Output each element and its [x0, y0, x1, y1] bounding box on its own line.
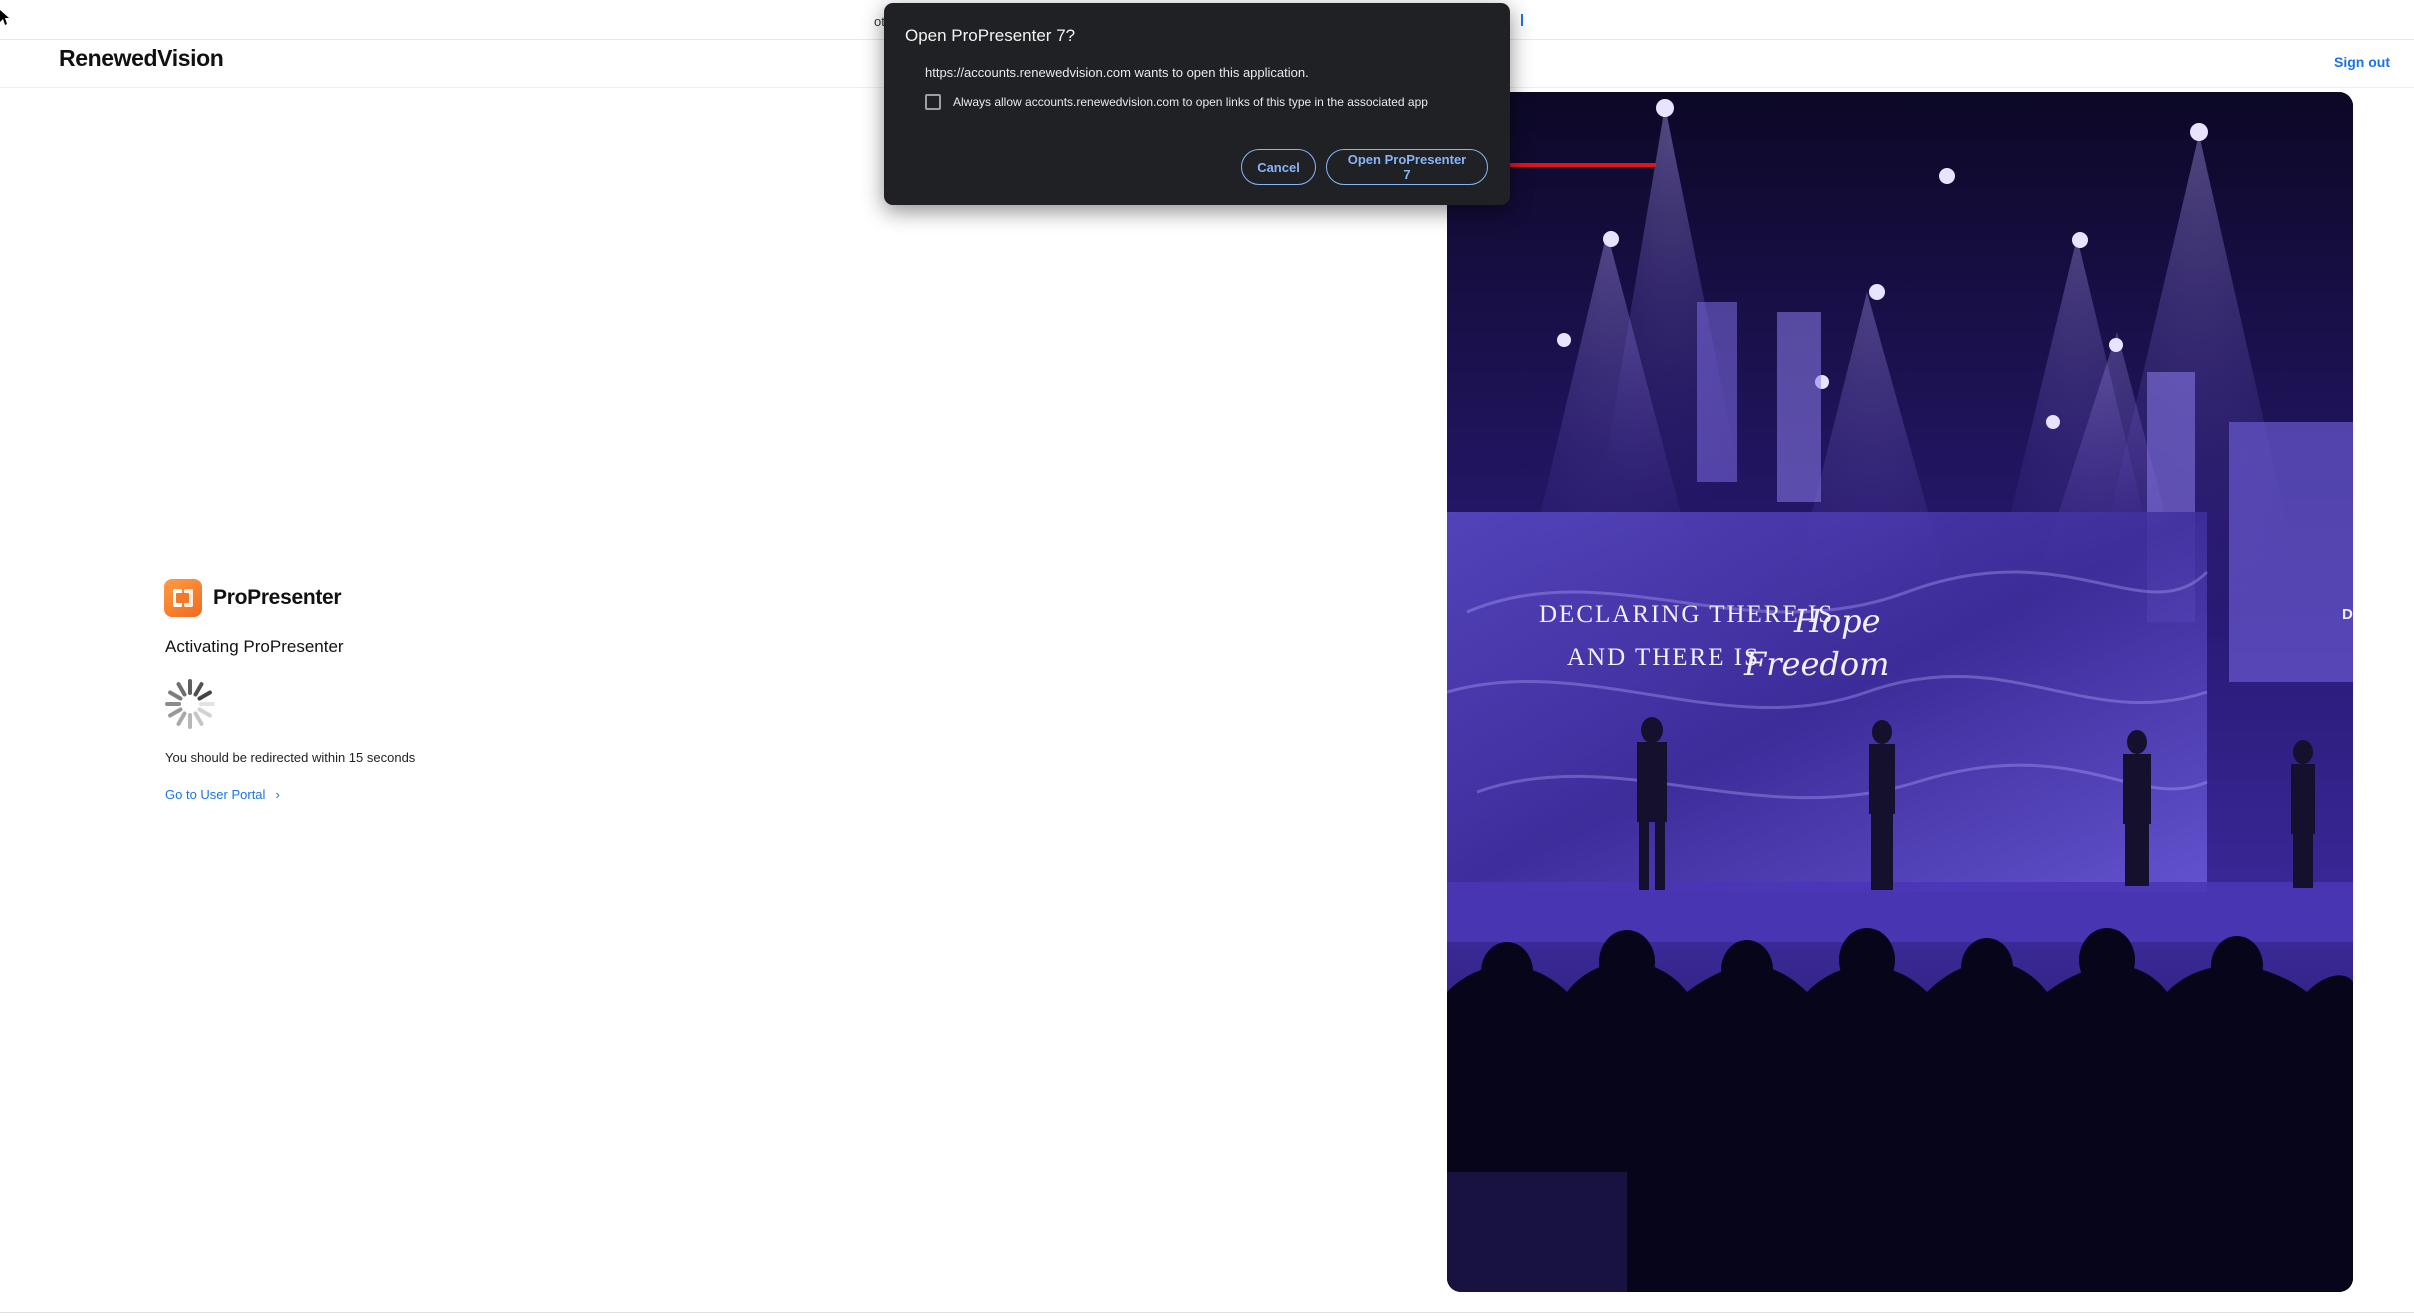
spinner-segment — [193, 682, 204, 697]
spinner-segment — [168, 690, 183, 701]
open-app-dialog: Open ProPresenter 7? https://accounts.re… — [884, 3, 1510, 205]
spinner-segment — [176, 711, 187, 726]
stage-edge-letter: D — [2342, 606, 2353, 623]
spinner-segment — [176, 682, 187, 697]
dialog-message: https://accounts.renewedvision.com wants… — [925, 65, 1309, 80]
stage-lyric-word-1: Hope — [1793, 602, 1881, 640]
activation-status: Activating ProPresenter — [165, 637, 344, 656]
loading-spinner-icon — [165, 679, 215, 729]
product-name: ProPresenter — [213, 586, 342, 609]
go-to-user-portal-link[interactable]: Go to User Portal › — [165, 787, 280, 802]
dialog-title: Open ProPresenter 7? — [905, 26, 1076, 45]
sign-out-link[interactable]: Sign out — [2334, 54, 2390, 70]
activation-panel: ProPresenter Activating ProPresenter You… — [164, 578, 564, 802]
always-allow-row[interactable]: Always allow accounts.renewedvision.com … — [925, 94, 1428, 110]
portal-link-label: Go to User Portal — [165, 787, 266, 802]
spinner-segment — [197, 690, 212, 701]
worship-stage-photo: DECLARING THERE IS Hope AND THERE IS Fre… — [1447, 92, 2353, 1292]
extension-icon-fragment — [1521, 14, 1523, 26]
mouse-cursor-icon — [0, 10, 9, 25]
stage-lyric-line-2: AND THERE IS — [1567, 644, 1760, 671]
product-header: ProPresenter — [164, 578, 564, 618]
always-allow-label[interactable]: Always allow accounts.renewedvision.com … — [953, 95, 1428, 109]
open-propresenter-button[interactable]: Open ProPresenter 7 — [1326, 149, 1488, 185]
spinner-segment — [193, 711, 204, 726]
stage-lyric-line-1: DECLARING THERE IS — [1539, 601, 1834, 628]
page-bottom-divider — [0, 1312, 2414, 1313]
chevron-right-icon: › — [275, 787, 280, 802]
renewedvision-logo[interactable]: RenewedVision — [59, 45, 224, 72]
spinner-segment — [168, 707, 183, 718]
stage-illustration: DECLARING THERE IS Hope AND THERE IS Fre… — [1447, 92, 2353, 1292]
always-allow-checkbox[interactable] — [925, 94, 941, 110]
redirect-note: You should be redirected within 15 secon… — [165, 750, 416, 765]
stage-lyric-word-2: Freedom — [1743, 645, 1889, 683]
cancel-button[interactable]: Cancel — [1241, 149, 1316, 185]
propresenter-logo-icon — [164, 579, 202, 617]
spinner-segment — [197, 707, 212, 718]
